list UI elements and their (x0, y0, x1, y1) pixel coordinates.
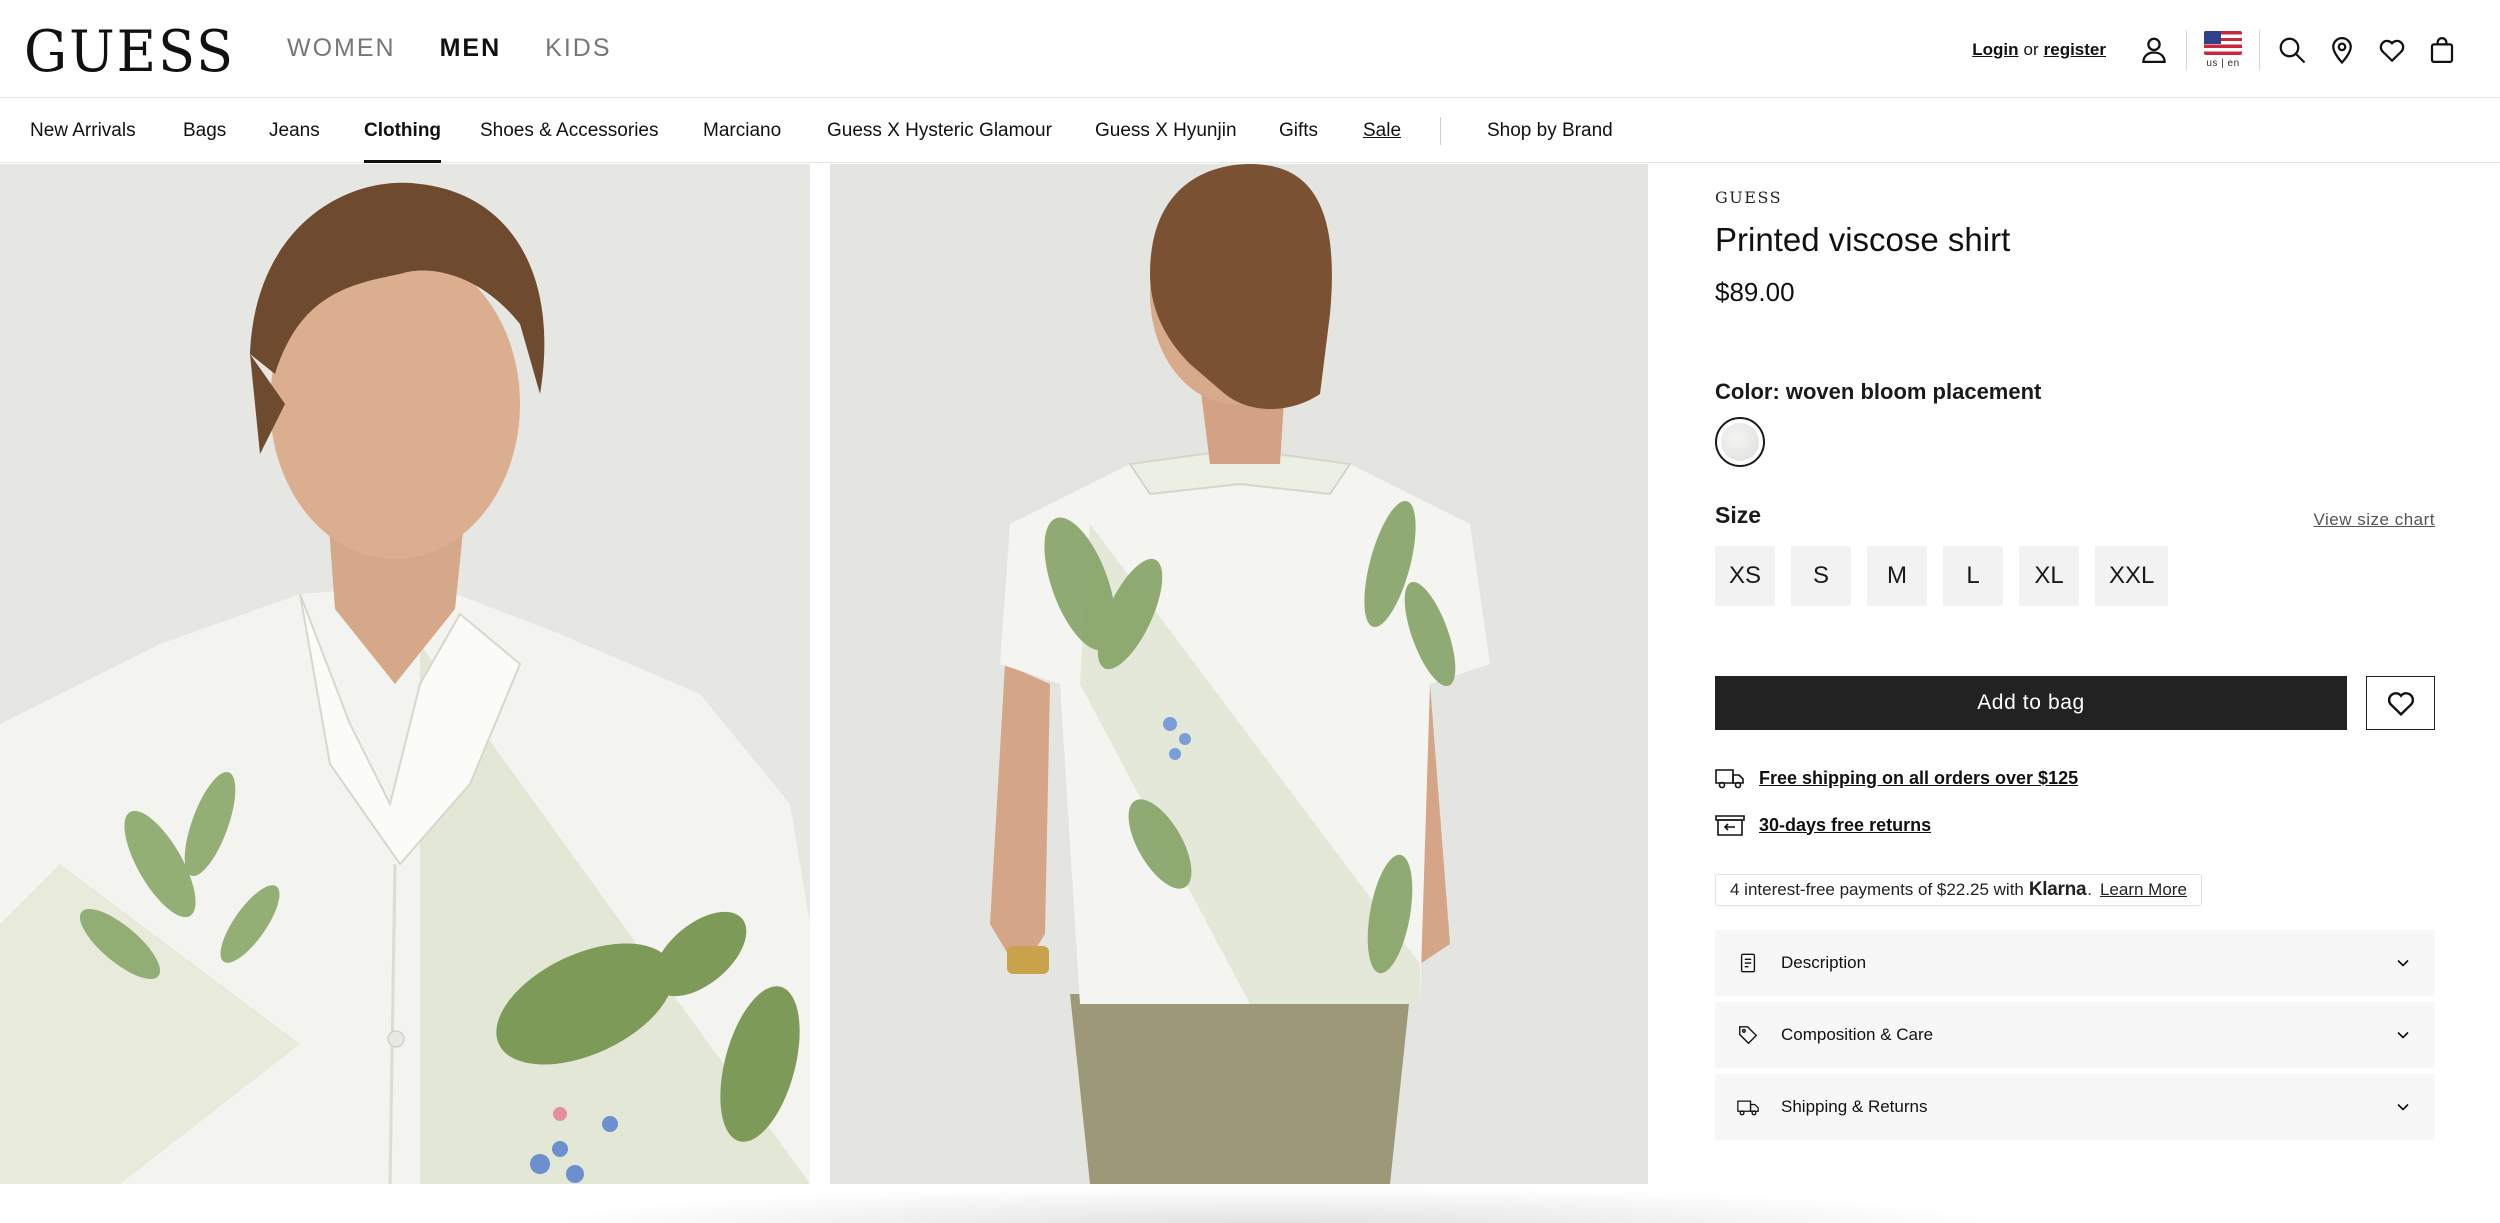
size-m[interactable]: M (1867, 546, 1928, 606)
color-swatch-selected[interactable] (1715, 417, 1765, 467)
register-link[interactable]: register (2044, 40, 2106, 59)
category-divider (1440, 117, 1441, 145)
delivery-truck-icon (1715, 769, 1744, 789)
guess-logo[interactable]: GUESS (24, 20, 235, 84)
category-jeans[interactable]: Jeans (269, 99, 320, 163)
category-shop-by-brand[interactable]: Shop by Brand (1487, 99, 1613, 163)
category-guess-x-hyunjin[interactable]: Guess X Hyunjin (1095, 99, 1237, 163)
locale-text: us | en (2206, 58, 2240, 69)
product-image-front[interactable] (0, 164, 810, 1184)
klarna-logo: Klarna (2028, 879, 2087, 900)
shopping-bag-icon[interactable] (2424, 32, 2460, 68)
header-icon-group (2274, 32, 2460, 68)
product-price: $89.00 (1715, 277, 1795, 307)
top-header: GUESS WOMEN MEN KIDS Login or register us … (0, 0, 2500, 98)
size-xl[interactable]: XL (2019, 546, 2080, 606)
free-returns-perk: 30-days free returns (1715, 811, 1931, 839)
header-divider (2259, 30, 2260, 70)
accordion-shipping-label: Shipping & Returns (1781, 1097, 1928, 1116)
nav-men[interactable]: MEN (440, 34, 502, 63)
category-marciano[interactable]: Marciano (703, 99, 781, 163)
free-shipping-link[interactable]: Free shipping on all orders over $125 (1759, 768, 2078, 789)
product-image-back-art (830, 164, 1648, 1184)
category-new-arrivals[interactable]: New Arrivals (30, 99, 136, 163)
category-gifts[interactable]: Gifts (1279, 99, 1318, 163)
size-label: Size (1715, 502, 1762, 528)
size-options: XS S M L XL XXL (1715, 546, 2169, 606)
category-guess-x-hysteric-glamour[interactable]: Guess X Hysteric Glamour (827, 99, 1052, 163)
user-icon[interactable] (2136, 32, 2172, 68)
product-image-front-art (0, 164, 810, 1184)
add-to-bag-button[interactable]: Add to bag (1715, 676, 2347, 730)
klarna-period: . (2087, 880, 2092, 899)
klarna-text: 4 interest-free payments of $22.25 with (1730, 880, 2024, 899)
bottom-shadow (520, 1186, 2020, 1223)
nav-kids[interactable]: KIDS (545, 34, 611, 63)
chevron-down-icon (2397, 1031, 2409, 1039)
category-nav: New Arrivals Bags Jeans Clothing Shoes &… (0, 99, 2500, 163)
category-bags[interactable]: Bags (183, 99, 226, 163)
product-brand: GUESS (1715, 188, 1783, 207)
accordion-composition-care[interactable]: Composition & Care (1715, 1002, 2435, 1068)
free-shipping-perk: Free shipping on all orders over $125 (1715, 764, 2078, 792)
size-xs[interactable]: XS (1715, 546, 1776, 606)
size-s[interactable]: S (1791, 546, 1852, 606)
accordion-description[interactable]: Description (1715, 930, 2435, 996)
category-sale[interactable]: Sale (1363, 99, 1401, 163)
category-clothing[interactable]: Clothing (364, 99, 442, 163)
chevron-down-icon (2397, 959, 2409, 967)
heart-icon (2387, 692, 2414, 717)
klarna-banner: 4 interest-free payments of $22.25 with … (1715, 874, 2202, 906)
auth-links: Login or register (1972, 40, 2106, 60)
nav-women[interactable]: WOMEN (287, 34, 396, 63)
or-text: or (2023, 40, 2039, 59)
flag-us-icon (2204, 31, 2242, 55)
accordion-shipping-returns[interactable]: Shipping & Returns (1715, 1074, 2435, 1140)
accordion-composition-label: Composition & Care (1781, 1025, 1934, 1044)
accordion-description-label: Description (1781, 953, 1867, 972)
search-icon[interactable] (2274, 32, 2310, 68)
view-size-chart-link[interactable]: View size chart (2313, 510, 2435, 530)
color-swatch-woven-bloom (1721, 423, 1759, 461)
product-title: Printed viscose shirt (1715, 221, 2011, 258)
category-shoes-accessories[interactable]: Shoes & Accessories (480, 99, 658, 163)
tag-icon (1739, 1026, 1758, 1045)
product-image-back[interactable] (830, 164, 1648, 1184)
size-xxl[interactable]: XXL (2095, 546, 2169, 606)
delivery-truck-icon (1737, 1100, 1759, 1116)
size-l[interactable]: L (1943, 546, 2004, 606)
returns-box-icon (1715, 815, 1745, 836)
color-label: Color: woven bloom placement (1715, 379, 2042, 404)
header-utilities: Login or register us | en (1972, 28, 2460, 72)
location-pin-icon[interactable] (2324, 32, 2360, 68)
login-link[interactable]: Login (1972, 40, 2018, 59)
document-icon (1740, 953, 1756, 973)
add-to-wishlist-button[interactable] (2366, 676, 2435, 730)
locale-selector[interactable]: us | en (2201, 31, 2245, 69)
chevron-down-icon (2397, 1103, 2409, 1111)
gender-nav: WOMEN MEN KIDS (287, 34, 612, 63)
header-divider (2186, 30, 2187, 70)
free-returns-link[interactable]: 30-days free returns (1759, 815, 1931, 836)
klarna-learn-more-link[interactable]: Learn More (2100, 880, 2187, 900)
heart-icon[interactable] (2374, 32, 2410, 68)
